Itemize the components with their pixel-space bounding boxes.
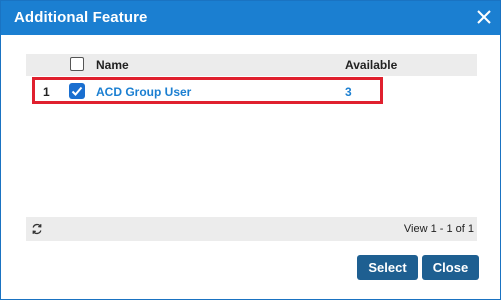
feature-name-link[interactable]: ACD Group User <box>96 85 191 99</box>
row-checkbox-checked[interactable] <box>69 83 85 99</box>
close-button[interactable]: Close <box>422 255 479 280</box>
select-button[interactable]: Select <box>357 255 418 280</box>
pager-info: View 1 - 1 of 1 <box>403 223 474 235</box>
dialog-titlebar: Additional Feature <box>1 1 500 35</box>
grid-body: 1 ACD Group User 3 <box>26 76 477 214</box>
available-count-link[interactable]: 3 <box>345 85 352 99</box>
column-header-available[interactable]: Available <box>345 58 397 72</box>
grid-footer: View 1 - 1 of 1 <box>26 217 477 241</box>
dialog-title: Additional Feature <box>14 9 148 26</box>
column-header-name[interactable]: Name <box>96 58 129 72</box>
table-row[interactable]: 1 ACD Group User 3 <box>26 80 477 102</box>
additional-feature-dialog: Additional Feature Name Available 1 ACD … <box>0 0 501 300</box>
close-icon[interactable] <box>474 7 494 27</box>
select-all-checkbox[interactable] <box>70 57 84 71</box>
refresh-icon[interactable] <box>31 223 43 235</box>
row-number: 1 <box>43 85 50 99</box>
grid-header: Name Available <box>26 54 477 76</box>
